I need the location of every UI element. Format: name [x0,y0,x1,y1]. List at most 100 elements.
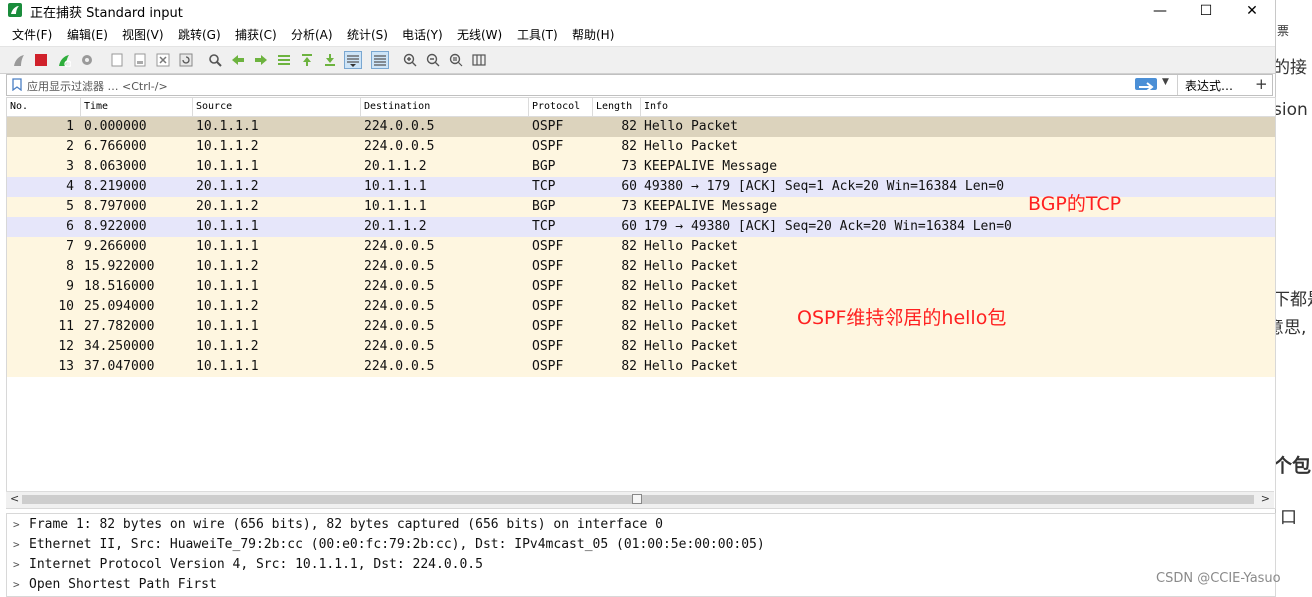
cell-time: 18.516000 [84,279,155,294]
column-header-no[interactable]: No. [10,101,28,112]
packet-details: > Frame 1: 82 bytes on wire (656 bits), 8… [6,513,1276,597]
menu-edit[interactable]: 编辑(E) [67,26,108,43]
colorize-icon[interactable] [371,51,389,69]
cell-destination: 224.0.0.5 [364,319,435,334]
packet-row[interactable]: 8 15.922000 10.1.1.2 224.0.0.5 OSPF 82 Hello P… [7,257,1275,277]
detail-text: Internet Protocol Version 4, Src: 10.1.1… [29,557,483,572]
add-filter-button[interactable]: + [1255,75,1268,93]
go-forward-icon[interactable] [252,51,270,69]
cell-length: 82 [621,359,637,374]
cell-protocol: OSPF [532,319,564,334]
packet-row[interactable]: 13 37.047000 10.1.1.1 224.0.0.5 OSPF 82 Hello … [7,357,1275,377]
find-packet-icon[interactable] [206,51,224,69]
window-title: 正在捕获 Standard input [30,6,183,21]
capture-options-icon[interactable] [78,51,96,69]
resize-columns-icon[interactable] [470,51,488,69]
packet-row[interactable]: 11 27.782000 10.1.1.1 224.0.0.5 OSPF 82 Hello … [7,317,1275,337]
divider [592,98,593,116]
cell-destination: 224.0.0.5 [364,359,435,374]
filter-history-dropdown[interactable]: ▼ [1162,77,1169,87]
packet-row[interactable]: 9 18.516000 10.1.1.1 224.0.0.5 OSPF 82 Hello P… [7,277,1275,297]
column-header-info[interactable]: Info [644,101,668,112]
filter-input[interactable]: 应用显示过滤器 … <Ctrl-/> [27,78,168,94]
packet-row[interactable]: 12 34.250000 10.1.1.2 224.0.0.5 OSPF 82 Hello … [7,337,1275,357]
chevron-right-icon[interactable]: > [13,558,20,571]
zoom-normal-icon[interactable] [447,51,465,69]
bg-text-fragment: 下都是 [1275,290,1312,310]
cell-destination: 224.0.0.5 [364,239,435,254]
arrow-right-icon [1139,82,1154,92]
menu-tools[interactable]: 工具(T) [517,26,558,43]
cell-time: 0.000000 [84,119,147,134]
column-header-destination[interactable]: Destination [364,101,430,112]
cell-length: 73 [621,199,637,214]
close-file-icon[interactable] [154,51,172,69]
scroll-right-icon[interactable]: > [1261,492,1270,505]
horizontal-scrollbar[interactable]: < > [6,491,1274,508]
menu-file[interactable]: 文件(F) [12,26,52,43]
menu-telephony[interactable]: 电话(Y) [402,26,443,43]
packet-list-header: No. Time Source Destination Protocol Len… [7,98,1275,117]
packet-row[interactable]: 7 9.266000 10.1.1.1 224.0.0.5 OSPF 82 Hello Pa… [7,237,1275,257]
cell-length: 60 [621,179,637,194]
bg-text-fragment: 口 [1280,508,1297,528]
shark-start-icon[interactable] [10,51,28,69]
packet-row[interactable]: 6 8.922000 10.1.1.1 20.1.1.2 TCP 60 179 → 4938… [7,217,1275,237]
cell-info: 49380 → 179 [ACK] Seq=1 Ack=20 Win=16384… [644,179,1005,194]
cell-time: 9.266000 [84,239,147,254]
menu-go[interactable]: 跳转(G) [178,26,221,43]
menu-statistics[interactable]: 统计(S) [347,26,388,43]
menu-analyze[interactable]: 分析(A) [291,26,333,43]
packet-row[interactable]: 10 25.094000 10.1.1.2 224.0.0.5 OSPF 82 Hello … [7,297,1275,317]
menu-wireless[interactable]: 无线(W) [457,26,502,43]
menu-capture[interactable]: 捕获(C) [235,26,277,43]
cell-info: Hello Packet [644,319,738,334]
go-to-packet-icon[interactable] [275,51,293,69]
cell-info: 179 → 49380 [ACK] Seq=20 Ack=20 Win=1638… [644,219,1012,234]
cell-source: 10.1.1.1 [196,279,259,294]
cell-source: 10.1.1.2 [196,339,259,354]
maximize-button[interactable]: ☐ [1183,0,1229,22]
cell-info: KEEPALIVE Message [644,159,778,174]
wireshark-window: 正在捕获 Standard input — ☐ ✕ 文件(F) 编辑(E) 视图… [0,0,1276,597]
cell-length: 73 [621,159,637,174]
title-bar: 正在捕获 Standard input — ☐ ✕ [0,0,1275,22]
zoom-out-icon[interactable] [424,51,442,69]
zoom-in-icon[interactable] [401,51,419,69]
reload-icon[interactable] [177,51,195,69]
main-toolbar [0,46,1275,74]
scroll-left-icon[interactable]: < [10,492,19,505]
minimize-button[interactable]: — [1137,0,1183,22]
column-header-protocol[interactable]: Protocol [532,101,580,112]
go-back-icon[interactable] [229,51,247,69]
bookmark-icon[interactable] [11,78,23,91]
close-button[interactable]: ✕ [1229,0,1275,22]
cell-no: 2 [66,139,74,154]
save-file-icon[interactable] [131,51,149,69]
autoscroll-icon[interactable] [344,51,362,69]
menu-view[interactable]: 视图(V) [122,26,164,43]
packet-row[interactable]: 1 0.000000 10.1.1.1 224.0.0.5 OSPF 82 Hello Pa… [7,117,1275,137]
last-packet-icon[interactable] [321,51,339,69]
scroll-grip-icon [632,494,642,504]
chevron-right-icon[interactable]: > [13,538,20,551]
restart-capture-icon[interactable] [55,51,73,69]
column-header-time[interactable]: Time [84,101,108,112]
stop-capture-icon[interactable] [32,51,50,69]
column-header-length[interactable]: Length [596,101,632,112]
cell-time: 34.250000 [84,339,155,354]
cell-time: 15.922000 [84,259,155,274]
expression-button[interactable]: 表达式… [1185,77,1233,94]
packet-row[interactable]: 3 8.063000 10.1.1.1 20.1.1.2 BGP 73 KEEPALIVE … [7,157,1275,177]
display-filter-bar[interactable]: 应用显示过滤器 … <Ctrl-/> ▼ 表达式… + [6,74,1273,96]
detail-text: Ethernet II, Src: HuaweiTe_79:2b:cc (00:… [29,537,765,552]
cell-time: 6.766000 [84,139,147,154]
chevron-right-icon[interactable]: > [13,578,20,591]
apply-filter-button[interactable] [1135,78,1157,92]
packet-row[interactable]: 2 6.766000 10.1.1.2 224.0.0.5 OSPF 82 Hello Pa… [7,137,1275,157]
open-file-icon[interactable] [108,51,126,69]
menu-help[interactable]: 帮助(H) [572,26,614,43]
first-packet-icon[interactable] [298,51,316,69]
chevron-right-icon[interactable]: > [13,518,20,531]
column-header-source[interactable]: Source [196,101,232,112]
